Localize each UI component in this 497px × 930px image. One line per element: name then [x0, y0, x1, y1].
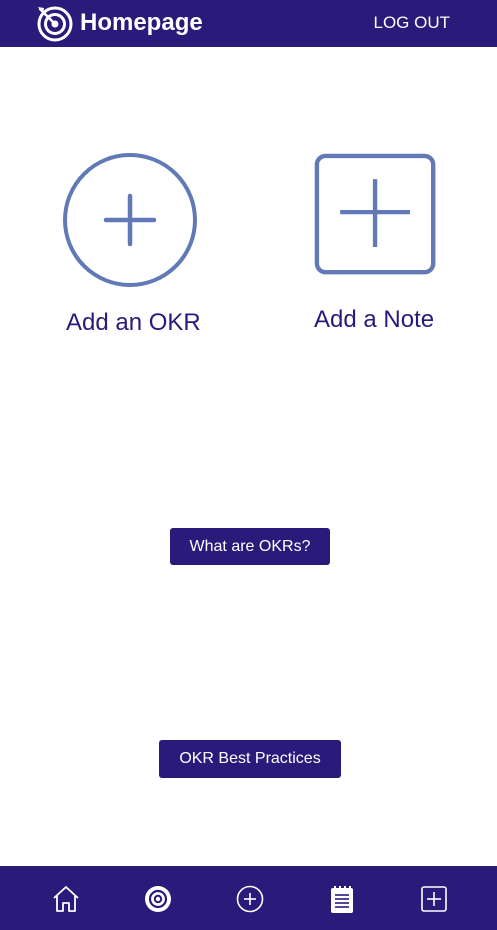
add-square-icon[interactable]	[419, 884, 449, 914]
target-icon[interactable]	[143, 884, 173, 914]
logout-button[interactable]: LOG OUT	[373, 12, 450, 34]
add-okr-label: Add an OKR	[66, 309, 201, 336]
add-square-icon[interactable]	[314, 153, 440, 279]
target-arrow-icon	[37, 6, 73, 42]
nav-add-note[interactable]	[419, 884, 449, 914]
nav-add-okr[interactable]	[235, 884, 265, 914]
notepad-icon[interactable]	[327, 884, 357, 914]
add-note-action[interactable]: Add a Note	[310, 150, 450, 340]
okr-best-practices-button[interactable]: OKR Best Practices	[159, 740, 341, 778]
what-are-okrs-button[interactable]: What are OKRs?	[170, 528, 330, 565]
add-circle-icon[interactable]	[235, 884, 265, 914]
add-circle-icon[interactable]	[60, 152, 200, 292]
bottom-nav	[0, 866, 497, 930]
nav-notes[interactable]	[327, 884, 357, 914]
home-icon[interactable]	[51, 884, 81, 914]
add-okr-action[interactable]: Add an OKR	[55, 150, 215, 340]
add-note-label: Add a Note	[314, 306, 435, 333]
page-title: Homepage	[80, 9, 203, 36]
nav-home[interactable]	[51, 884, 81, 914]
top-bar: Homepage LOG OUT	[0, 0, 497, 47]
nav-target[interactable]	[143, 884, 173, 914]
